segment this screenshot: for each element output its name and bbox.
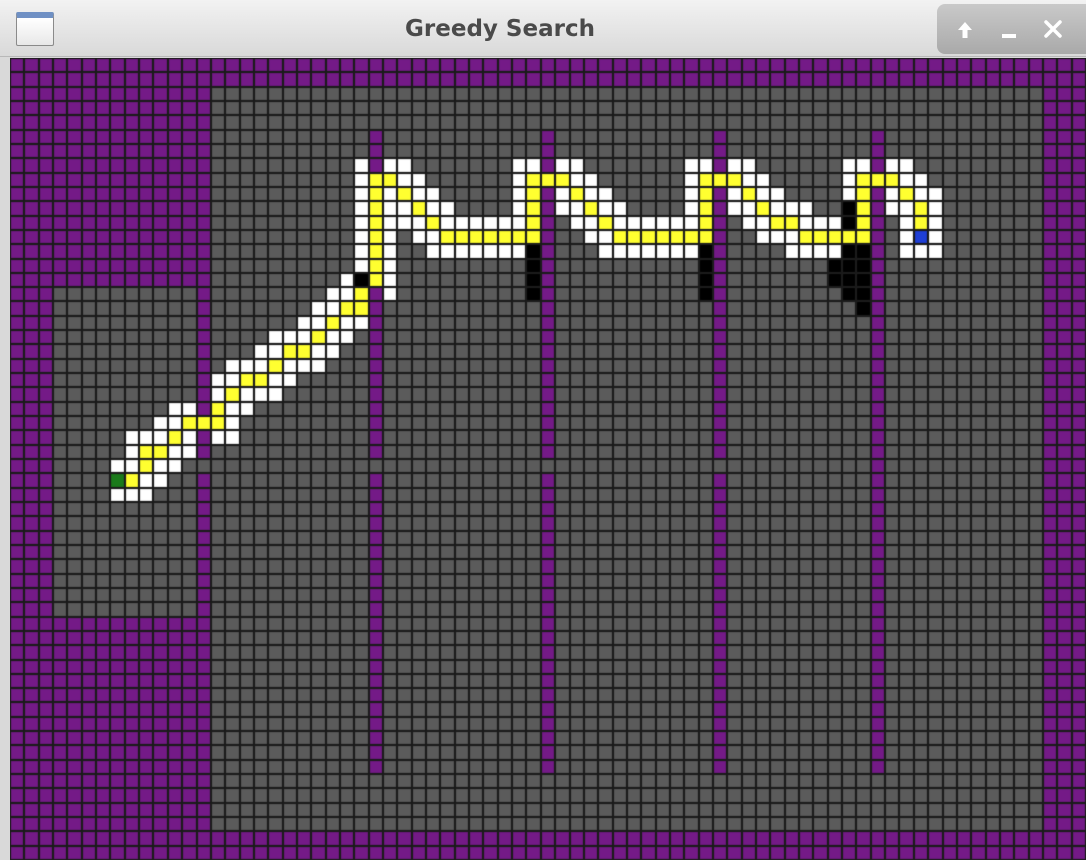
minimize-icon — [1001, 21, 1017, 46]
grid-canvas[interactable] — [10, 58, 1086, 860]
minimize-button[interactable] — [989, 4, 1029, 54]
arrow-up-icon — [956, 21, 974, 46]
window-title: Greedy Search — [405, 16, 595, 42]
title-bar[interactable]: Greedy Search — [0, 0, 1086, 57]
window-controls — [937, 4, 1086, 54]
close-icon — [1043, 20, 1063, 45]
search-canvas-area[interactable] — [10, 58, 1086, 860]
app-window: Greedy Search — [0, 0, 1086, 860]
maximize-button[interactable] — [945, 4, 985, 54]
close-button[interactable] — [1033, 4, 1073, 54]
